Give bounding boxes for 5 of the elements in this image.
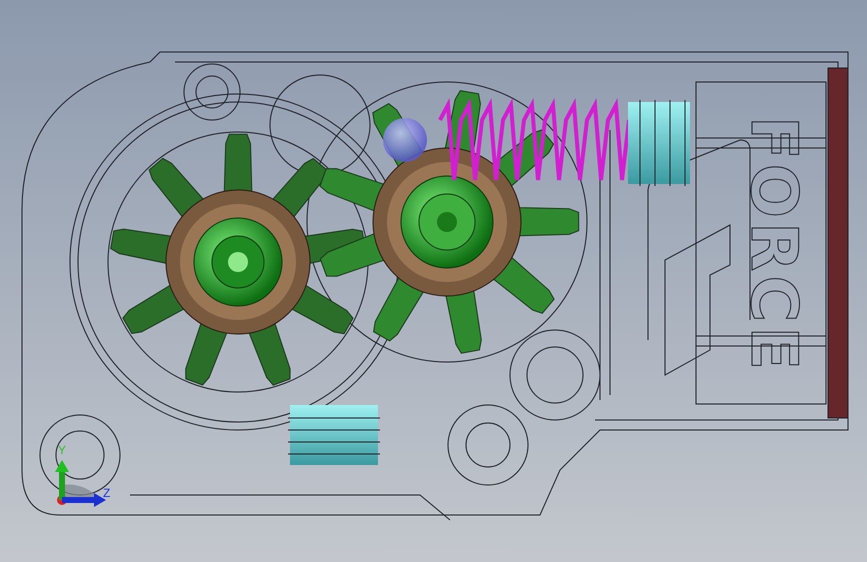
z-axis-label: Z <box>103 486 110 500</box>
y-axis-arrow <box>55 460 69 500</box>
y-axis-label: Y <box>58 443 66 457</box>
check-ball <box>383 118 427 162</box>
engraved-text: FORCE <box>736 116 810 374</box>
